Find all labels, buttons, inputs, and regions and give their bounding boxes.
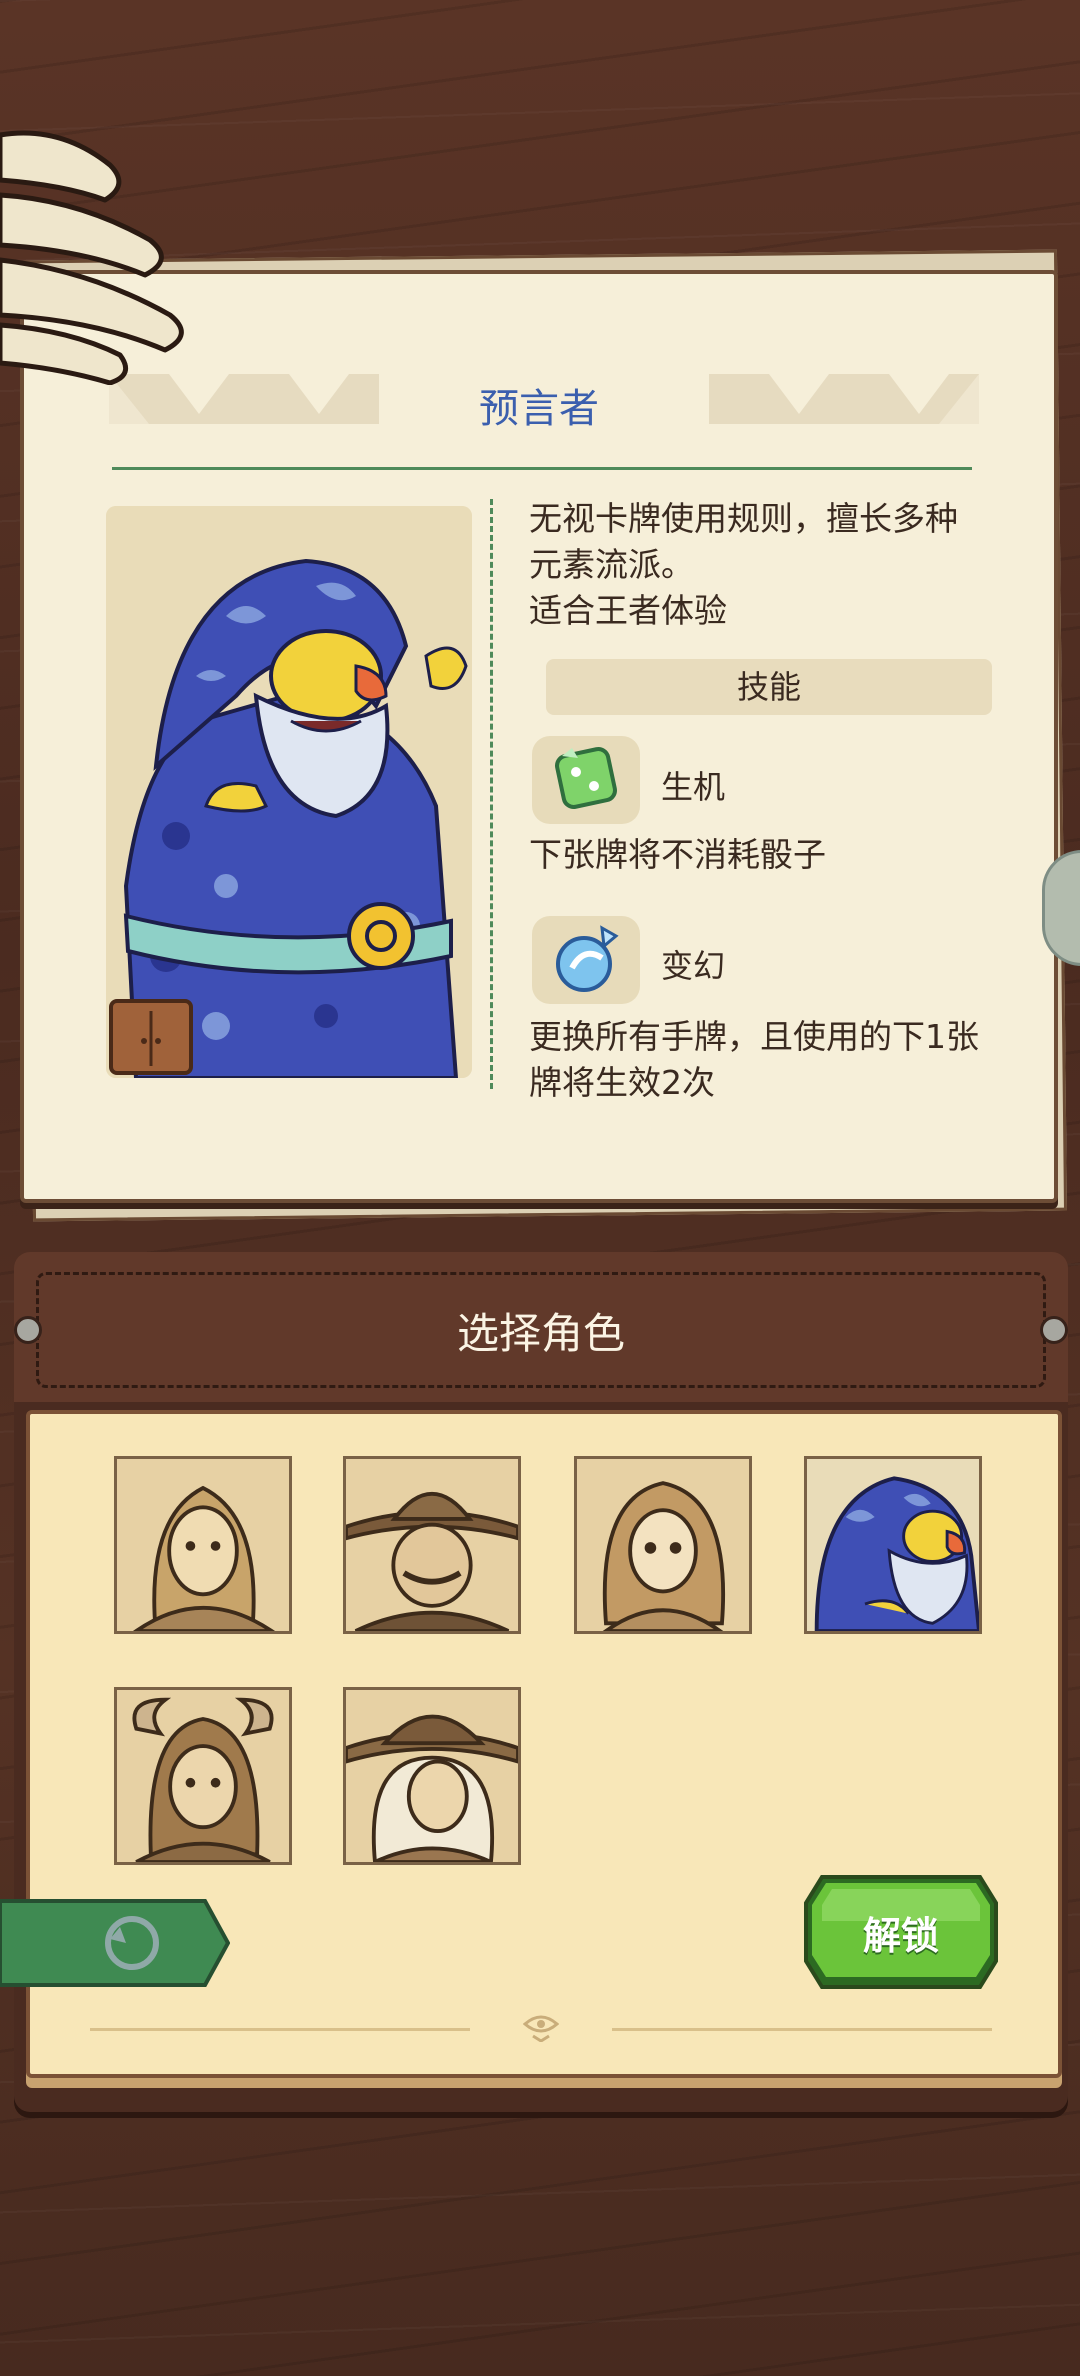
panel-header-strap: 选择角色	[14, 1252, 1068, 1402]
footer-divider	[90, 2028, 470, 2031]
green-dice-icon	[532, 736, 640, 824]
character-slot-horned-girl[interactable]	[114, 1687, 292, 1865]
character-slot-witch[interactable]	[343, 1687, 521, 1865]
character-portrait	[106, 506, 472, 1078]
skill-description: 下张牌将不消耗骰子	[529, 835, 826, 874]
character-slot-prophet[interactable]	[804, 1456, 982, 1634]
character-slot-curly-hair-man[interactable]	[114, 1456, 292, 1634]
vertical-divider	[490, 499, 493, 1089]
eye-ornament-icon	[523, 2015, 559, 2042]
character-slot-lady[interactable]	[574, 1456, 752, 1634]
title-divider	[112, 467, 972, 470]
skeleton-hand-decoration	[0, 130, 184, 385]
character-info-card: 预言者 无视卡牌使用规则，擅长多种 元素流派。 适合王者体验 技能 生机 下张牌…	[20, 270, 1058, 1203]
unlock-button-label[interactable]: 解锁	[802, 1905, 1000, 1960]
footer-divider	[612, 2028, 992, 2031]
character-slot-cowboy[interactable]	[343, 1456, 521, 1634]
character-description: 无视卡牌使用规则，擅长多种 元素流派。 适合王者体验	[529, 496, 1039, 634]
description-line: 无视卡牌使用规则，擅长多种	[529, 499, 958, 538]
skill-desc-line: 更换所有手牌，且使用的下1张	[529, 1017, 979, 1056]
skills-header: 技能	[546, 659, 992, 715]
select-title: 选择角色	[456, 1309, 625, 1358]
skill-desc-line: 牌将生效2次	[529, 1063, 715, 1102]
skill-name: 生机	[661, 768, 726, 806]
blue-swirl-icon	[532, 916, 640, 1004]
skill-description: 更换所有手牌，且使用的下1张 牌将生效2次	[529, 1014, 1039, 1106]
back-button[interactable]	[0, 1897, 230, 1989]
description-line: 元素流派。	[529, 545, 694, 584]
skill-name: 变幻	[661, 947, 726, 985]
description-line: 适合王者体验	[529, 591, 727, 630]
